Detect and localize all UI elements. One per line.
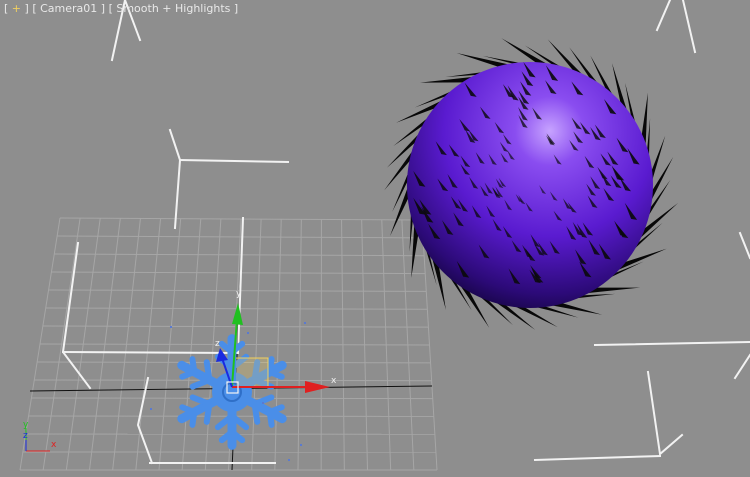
gizmo-y-label: y [236, 289, 242, 299]
viewport-shading-menu[interactable]: [ Smooth + Highlights ] [109, 2, 239, 15]
viewport-label-menu: [ + ] [ Camera01 ] [ Smooth + Highlights… [4, 2, 238, 15]
camera-viewport[interactable]: y x z x y z [ + ] [ Camera01 ] [ Smooth … [0, 0, 750, 477]
gizmo-x-arrow[interactable] [305, 381, 330, 393]
gizmo-y-arrow[interactable] [232, 303, 243, 325]
viewport-scene[interactable]: y x z x y z [0, 0, 750, 477]
view-axis-tripod-icon: x y z [23, 420, 57, 452]
view-axis-y-label: y [23, 420, 29, 430]
viewport-general-menu[interactable]: [ + ] [4, 2, 29, 15]
view-axis-z-label: z [23, 431, 28, 441]
plus-icon: + [11, 2, 22, 15]
gizmo-x-label: x [331, 376, 337, 386]
gizmo-z-label: z [215, 339, 220, 349]
viewport-camera-menu[interactable]: [ Camera01 ] [32, 2, 105, 15]
selection-bracket [236, 357, 269, 388]
view-axis-x-label: x [51, 440, 57, 450]
snowflake-emitter-icon[interactable] [177, 334, 287, 450]
